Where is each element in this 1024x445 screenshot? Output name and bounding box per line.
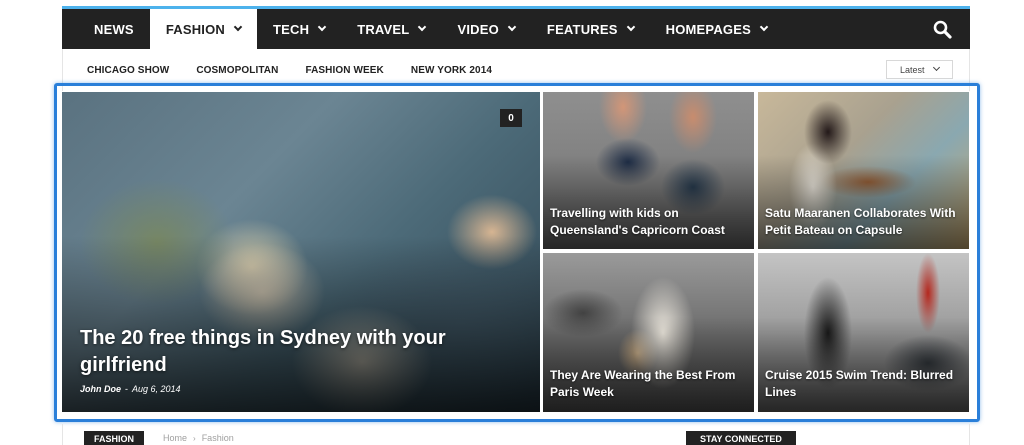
subnav-item-new-york-2014[interactable]: NEW YORK 2014 [411, 65, 492, 76]
featured-tile[interactable]: Cruise 2015 Swim Trend: Blurred Lines [758, 253, 969, 412]
nav-item-features[interactable]: FEATURES [531, 9, 650, 49]
featured-main-post[interactable]: 0 The 20 free things in Sydney with your… [62, 92, 540, 412]
category-badge[interactable]: FASHION [84, 431, 145, 445]
content-header: FASHION Home › Fashion STAY CONNECTED [62, 424, 970, 445]
nav-label: VIDEO [457, 21, 499, 37]
featured-tile-title[interactable]: Travelling with kids on Queensland's Cap… [550, 205, 746, 239]
post-date: Aug 6, 2014 [132, 384, 181, 394]
chevron-down-icon [418, 22, 427, 32]
nav-label: TRAVEL [357, 21, 410, 37]
chevron-down-icon [932, 63, 940, 72]
subnav-item-fashion-week[interactable]: FASHION WEEK [305, 65, 383, 76]
post-author[interactable]: John Doe [80, 384, 121, 394]
featured-tile[interactable]: Satu Maaranen Collaborates With Petit Ba… [758, 92, 969, 249]
nav-label: TECH [273, 21, 310, 37]
chevron-down-icon [759, 22, 769, 32]
chevron-down-icon [626, 22, 635, 32]
chevron-down-icon [233, 22, 243, 32]
sort-dropdown[interactable]: Latest [886, 60, 953, 79]
breadcrumb-fashion[interactable]: Fashion [202, 433, 234, 443]
nav-label: NEWS [94, 21, 134, 37]
nav-label: FEATURES [546, 21, 618, 37]
chevron-down-icon [507, 22, 517, 32]
breadcrumb-home[interactable]: Home [163, 433, 187, 443]
search-icon[interactable] [932, 19, 954, 41]
featured-tile-title[interactable]: They Are Wearing the Best From Paris Wee… [550, 367, 746, 401]
nav-label: HOMEPAGES [665, 21, 751, 37]
nav-item-homepages[interactable]: HOMEPAGES [650, 9, 783, 49]
nav-label: FASHION [165, 21, 225, 37]
featured-tile[interactable]: They Are Wearing the Best From Paris Wee… [543, 253, 754, 412]
subnav-item-cosmopolitan[interactable]: COSMOPOLITAN [196, 65, 278, 76]
featured-tile-title[interactable]: Satu Maaranen Collaborates With Petit Ba… [765, 205, 961, 239]
nav-item-travel[interactable]: TRAVEL [341, 9, 441, 49]
breadcrumb: Home › Fashion [163, 433, 234, 443]
nav-item-tech[interactable]: TECH [257, 9, 341, 49]
featured-main-title[interactable]: The 20 free things in Sydney with your g… [80, 325, 500, 379]
nav-item-video[interactable]: VIDEO [441, 9, 530, 49]
main-navigation: NEWS FASHION TECH TRAVEL VIDEO FEATURES … [62, 9, 970, 49]
nav-item-fashion[interactable]: FASHION [149, 9, 257, 49]
sort-dropdown-value: Latest [900, 64, 925, 75]
sidebar-heading: STAY CONNECTED [686, 431, 796, 445]
featured-tile-title[interactable]: Cruise 2015 Swim Trend: Blurred Lines [765, 367, 961, 401]
chevron-down-icon [317, 22, 327, 32]
chevron-right-icon: › [193, 433, 196, 443]
featured-tile[interactable]: Travelling with kids on Queensland's Cap… [543, 92, 754, 249]
subnav-item-chicago-show[interactable]: CHICAGO SHOW [87, 65, 169, 76]
post-meta: John Doe - Aug 6, 2014 [80, 384, 181, 394]
nav-item-news[interactable]: NEWS [62, 9, 150, 49]
comment-count-badge[interactable]: 0 [500, 109, 522, 127]
meta-separator: - [125, 384, 129, 394]
